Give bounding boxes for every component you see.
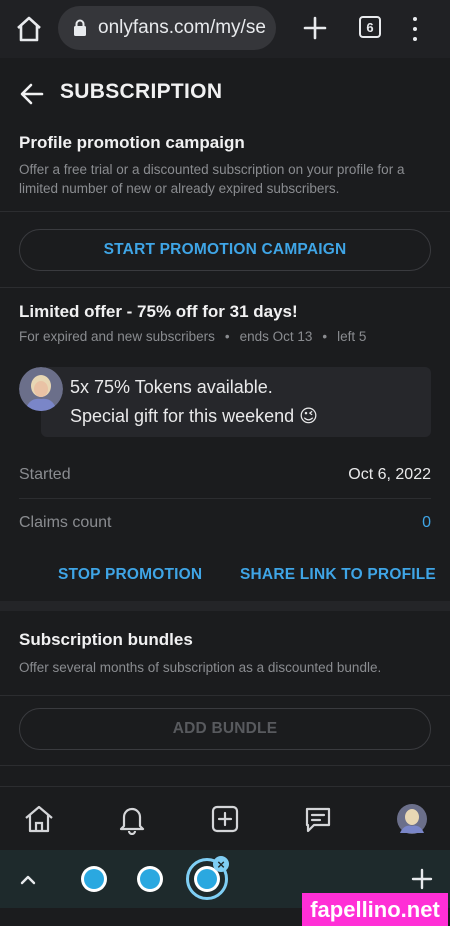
url-text: onlyfans.com/my/se: [98, 17, 266, 38]
offer-audience: For expired and new subscribers: [19, 329, 215, 344]
promotion-description-line2: limited number of new or already expired…: [19, 181, 340, 196]
new-tab-icon[interactable]: [300, 13, 330, 43]
watermark: fapellino.net: [302, 893, 448, 926]
tab-switcher-button[interactable]: 6: [359, 16, 381, 38]
promotion-description-line1: Offer a free trial or a discounted subsc…: [19, 162, 405, 177]
bundles-description: Offer several months of subscription as …: [19, 660, 382, 675]
overflow-menu-icon[interactable]: [410, 14, 420, 44]
add-bundle-button[interactable]: ADD BUNDLE: [19, 708, 431, 750]
started-label: Started: [19, 466, 71, 483]
offer-meta: For expired and new subscribers • ends O…: [19, 329, 366, 344]
tab-favicon[interactable]: [81, 866, 107, 892]
started-value: Oct 6, 2022: [348, 466, 431, 483]
start-promotion-campaign-button[interactable]: START PROMOTION CAMPAIGN: [19, 229, 431, 271]
section-divider: [0, 601, 450, 611]
stop-promotion-button[interactable]: STOP PROMOTION: [58, 566, 202, 584]
profile-avatar-icon[interactable]: [396, 803, 428, 835]
offer-ends: ends Oct 13: [239, 329, 313, 344]
home-icon[interactable]: [14, 14, 44, 44]
lock-icon: [74, 19, 86, 36]
tab-favicon[interactable]: [137, 866, 163, 892]
home-icon[interactable]: [23, 803, 55, 835]
share-link-to-profile-button[interactable]: SHARE LINK TO PROFILE: [240, 566, 436, 584]
avatar[interactable]: [19, 367, 63, 411]
claims-count-value[interactable]: 0: [422, 514, 431, 532]
page-header: SUBSCRIPTION: [0, 58, 450, 130]
divider: [19, 498, 431, 499]
notifications-bell-icon[interactable]: [116, 803, 148, 835]
divider: [0, 765, 450, 766]
offer-left: left 5: [337, 329, 367, 344]
new-tab-plus-icon[interactable]: [411, 868, 433, 890]
page-title: SUBSCRIPTION: [60, 80, 223, 103]
messages-icon[interactable]: [302, 803, 334, 835]
add-post-icon[interactable]: [209, 803, 241, 835]
claims-count-label: Claims count: [19, 514, 112, 531]
offer-title: Limited offer - 75% off for 31 days!: [19, 302, 298, 321]
bundles-title: Subscription bundles: [19, 630, 193, 649]
browser-toolbar: onlyfans.com/my/se 6: [0, 0, 450, 58]
meta-separator: •: [224, 329, 230, 344]
bottom-navigation: [0, 786, 450, 850]
divider: [0, 287, 450, 288]
promotion-title: Profile promotion campaign: [19, 133, 245, 152]
offer-message-line2: Special gift for this weekend 😉: [70, 406, 318, 426]
divider: [0, 695, 450, 696]
back-arrow-icon[interactable]: [18, 80, 46, 108]
offer-message-line1: 5x 75% Tokens available.: [70, 377, 273, 397]
chevron-up-icon[interactable]: [18, 870, 38, 890]
address-bar[interactable]: onlyfans.com/my/se: [58, 6, 276, 50]
close-tab-icon[interactable]: ×: [213, 856, 229, 872]
divider: [0, 211, 450, 212]
meta-separator: •: [322, 329, 328, 344]
